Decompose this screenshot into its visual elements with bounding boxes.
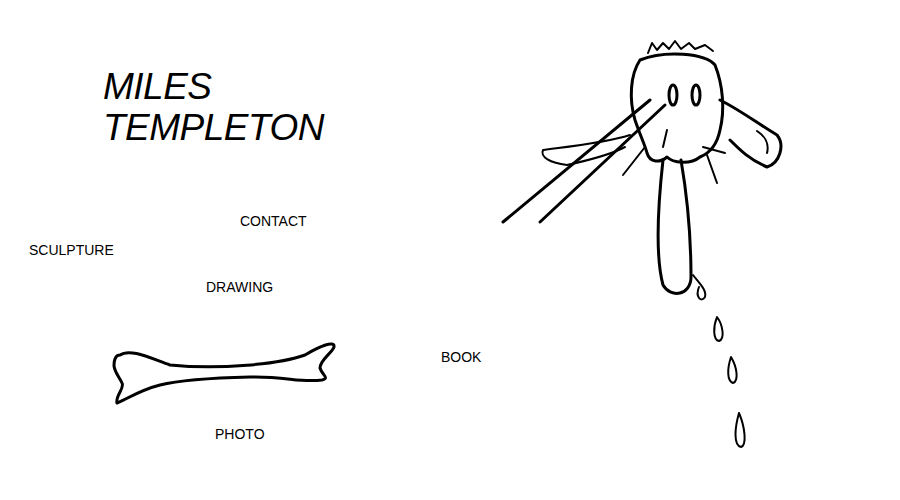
title-line: MILES <box>103 66 324 107</box>
nav-link[interactable]: CONTACT <box>240 213 307 229</box>
nav-link[interactable]: DRAWING <box>206 279 273 295</box>
title-line: TEMPLETON <box>103 107 324 148</box>
portfolio-page: MILESTEMPLETON CONTACT SCULPTURE DRAWING BOO… <box>0 0 900 500</box>
nav-link[interactable]: PHOTO <box>215 426 265 442</box>
nav-link[interactable]: SCULPTURE <box>29 242 114 258</box>
bone-drawing-icon <box>110 338 340 408</box>
dog-drawing-icon <box>495 35 795 455</box>
site-title[interactable]: MILESTEMPLETON <box>103 66 324 148</box>
nav-link[interactable]: BOOK <box>441 349 481 365</box>
